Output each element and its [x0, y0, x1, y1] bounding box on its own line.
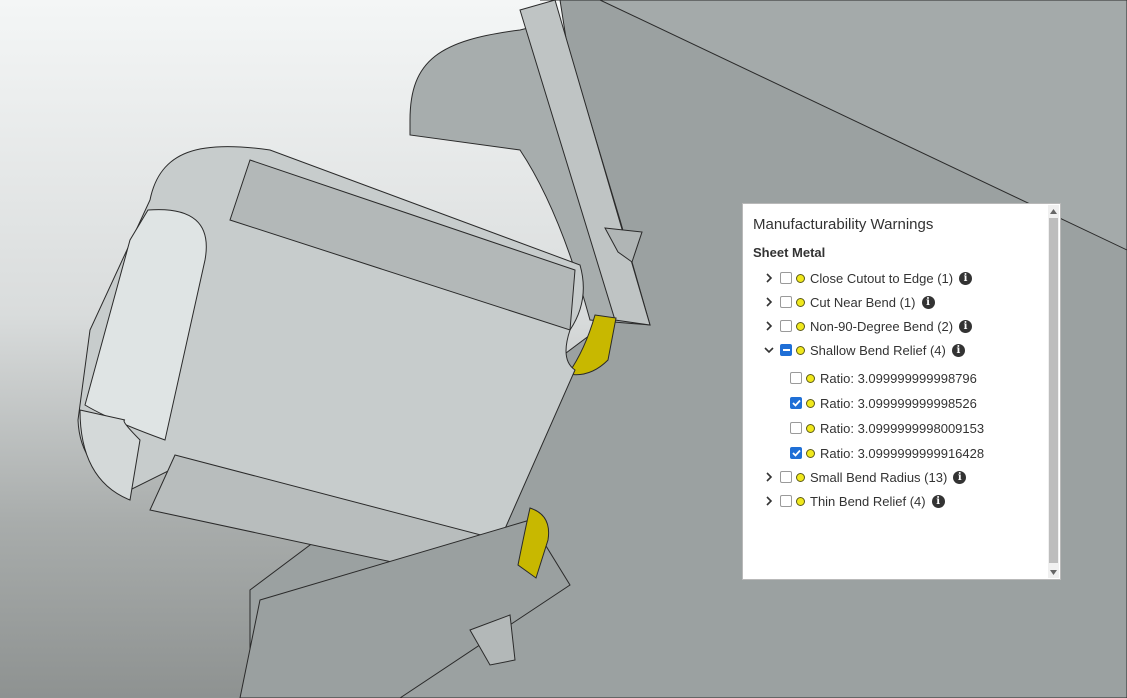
checkmark-icon [791, 449, 801, 457]
scroll-thumb[interactable] [1049, 218, 1058, 563]
warning-item-thin-bend-relief[interactable]: Thin Bend Relief (4) i [763, 491, 945, 511]
warning-dot-icon [806, 398, 815, 408]
warning-item-cut-near-bend[interactable]: Cut Near Bend (1) i [763, 292, 935, 312]
warning-dot-icon [796, 297, 805, 307]
warning-dot-icon [796, 496, 805, 506]
warning-label: Thin Bend Relief (4) [810, 493, 926, 509]
warning-checkbox[interactable] [780, 296, 792, 308]
info-icon[interactable]: i [951, 343, 965, 357]
chevron-right-icon[interactable] [763, 470, 775, 484]
warning-checkbox[interactable] [780, 495, 792, 507]
ratio-item[interactable]: Ratio: 3.099999999998796 [790, 368, 977, 388]
chevron-down-icon[interactable] [763, 343, 775, 357]
warning-checkbox[interactable] [780, 272, 792, 284]
info-icon[interactable]: i [921, 295, 935, 309]
warning-item-non-90-degree-bend[interactable]: Non-90-Degree Bend (2) i [763, 316, 973, 336]
warning-checkbox[interactable] [780, 471, 792, 483]
warning-checkbox[interactable] [780, 320, 792, 332]
ratio-label: Ratio: 3.099999999998796 [820, 370, 977, 386]
ratio-item[interactable]: Ratio: 3.0999999999916428 [790, 443, 984, 463]
info-icon[interactable]: i [959, 271, 973, 285]
warning-dot-icon [806, 448, 815, 458]
warning-item-close-cutout[interactable]: Close Cutout to Edge (1) i [763, 268, 973, 288]
ratio-item[interactable]: Ratio: 3.099999999998526 [790, 393, 977, 413]
panel-scrollbar[interactable] [1048, 205, 1059, 578]
ratio-checkbox[interactable] [790, 422, 802, 434]
warning-dot-icon [806, 423, 815, 433]
warning-dot-icon [796, 472, 805, 482]
ratio-label: Ratio: 3.099999999998526 [820, 395, 977, 411]
ratio-checkbox-checked[interactable] [790, 447, 802, 459]
scroll-down-arrow-icon[interactable] [1048, 566, 1059, 578]
warning-dot-icon [796, 345, 805, 355]
ratio-item[interactable]: Ratio: 3.0999999998009153 [790, 418, 984, 438]
ratio-checkbox[interactable] [790, 372, 802, 384]
ratio-label: Ratio: 3.0999999999916428 [820, 445, 985, 461]
warning-label: Cut Near Bend (1) [810, 294, 916, 310]
warning-item-small-bend-radius[interactable]: Small Bend Radius (13) i [763, 467, 967, 487]
chevron-right-icon[interactable] [763, 271, 775, 285]
chevron-right-icon[interactable] [763, 319, 775, 333]
warning-label: Close Cutout to Edge (1) [810, 270, 954, 286]
chevron-right-icon[interactable] [763, 295, 775, 309]
warning-dot-icon [806, 373, 815, 383]
info-icon[interactable]: i [959, 319, 973, 333]
warning-item-shallow-bend-relief[interactable]: Shallow Bend Relief (4) i [763, 340, 965, 360]
warning-label: Non-90-Degree Bend (2) [810, 318, 954, 334]
info-icon[interactable]: i [931, 494, 945, 508]
warning-checkbox-partial[interactable] [780, 344, 792, 356]
warning-label: Shallow Bend Relief (4) [810, 342, 946, 358]
panel-title: Manufacturability Warnings [753, 216, 934, 233]
warning-dot-icon [796, 321, 805, 331]
section-title: Sheet Metal [753, 245, 826, 260]
ratio-label: Ratio: 3.0999999998009153 [820, 420, 985, 436]
warning-label: Small Bend Radius (13) [810, 469, 948, 485]
manufacturability-warnings-panel: Manufacturability Warnings Sheet Metal C… [742, 203, 1061, 580]
scroll-up-arrow-icon[interactable] [1048, 205, 1059, 217]
warning-dot-icon [796, 273, 805, 283]
info-icon[interactable]: i [953, 470, 967, 484]
chevron-right-icon[interactable] [763, 494, 775, 508]
ratio-checkbox-checked[interactable] [790, 397, 802, 409]
checkmark-icon [791, 399, 801, 407]
